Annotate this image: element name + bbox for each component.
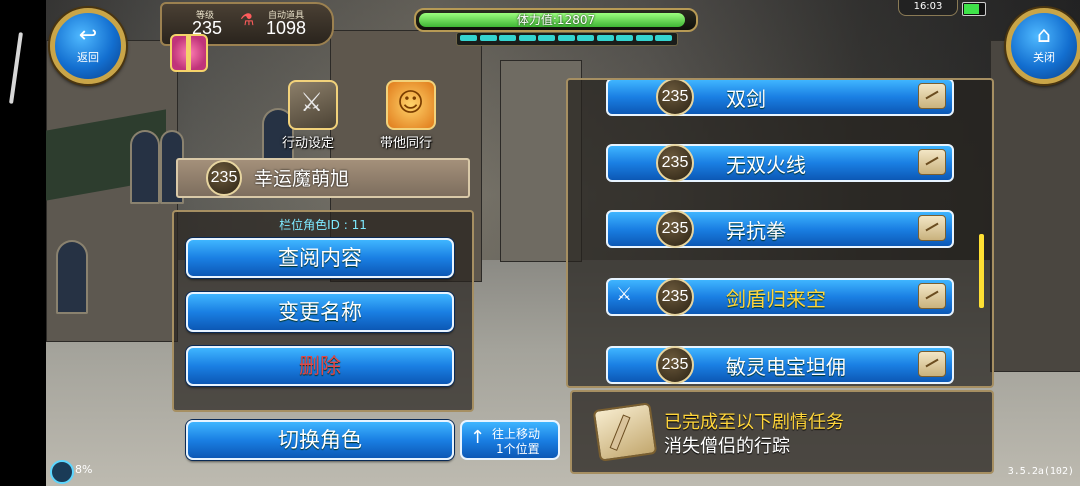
skill-name: 敏灵电宝坦佣 [726, 355, 846, 379]
skill-name: 异抗拳 [726, 219, 786, 243]
skill-name: 无双火线 [726, 153, 806, 177]
close-label: 关闭 [1033, 51, 1055, 64]
quest-name: 消失僧侣的行踪 [664, 436, 790, 457]
character-level-badge: 235 [206, 160, 242, 196]
version-label: 3.5.2a(102) [1007, 466, 1074, 477]
companion-button[interactable]: ☺ [386, 80, 436, 130]
stamina-text: 体力值:12807 [516, 13, 596, 27]
stamina-segment [538, 35, 555, 41]
stamina-segment [616, 35, 633, 41]
quest-progress-panel: 已完成至以下剧情任务 消失僧侣的行踪 [570, 390, 994, 474]
skill-level-badge: 235 [656, 278, 694, 316]
device-edge [0, 0, 46, 486]
scroll-icon[interactable] [918, 351, 946, 377]
auto-item-value: 1098 [266, 18, 307, 38]
skill-row[interactable]: 235 异抗拳 [606, 210, 954, 248]
rename-button[interactable]: 变更名称 [186, 292, 454, 332]
back-arrow-icon: ↩ [78, 23, 98, 48]
close-button[interactable]: ⌂ 关闭 [1006, 8, 1080, 84]
stamina-segment [499, 35, 516, 41]
companion-label: 带他同行 [380, 136, 433, 151]
skill-row[interactable]: 235 无双火线 [606, 144, 954, 182]
stamina-segment [518, 35, 536, 41]
edge-handle[interactable] [9, 32, 23, 104]
move-up-line2: 1个位置 [496, 442, 540, 456]
action-settings-label: 行动设定 [282, 136, 335, 151]
character-name-bar: 235 幸运魔萌旭 [176, 158, 470, 198]
battery-icon [962, 2, 986, 16]
character-name: 幸运魔萌旭 [254, 168, 350, 190]
window [56, 240, 88, 314]
skill-list-scrollbar[interactable] [979, 234, 984, 308]
switch-character-button[interactable]: 切换角色 [186, 420, 454, 460]
sword-shield-icon: ⚔ [300, 88, 324, 118]
quest-title: 已完成至以下剧情任务 [664, 412, 844, 433]
skill-name: 双剑 [726, 87, 766, 111]
scroll-icon[interactable] [918, 83, 946, 109]
stamina-segment [655, 35, 672, 41]
skill-level-badge: 235 [656, 210, 694, 248]
scroll-icon[interactable] [918, 149, 946, 175]
skill-list-panel: 235 双剑 235 无双火线 235 异抗拳 ⚔ 235 剑盾归来空 235 … [566, 78, 994, 388]
skill-row-selected[interactable]: ⚔ 235 剑盾归来空 [606, 278, 954, 316]
building-right [990, 40, 1080, 372]
sword-shield-icon: ⚔ [616, 284, 633, 305]
gift-icon[interactable] [170, 34, 208, 72]
stamina-segments [456, 32, 678, 46]
scroll-icon[interactable] [918, 215, 946, 241]
up-arrow-icon: ↑ [470, 427, 486, 448]
stamina-segment [479, 35, 497, 41]
scroll-icon[interactable] [918, 283, 946, 309]
network-percent: 8% [75, 463, 93, 476]
stamina-bar: 体力值:12807 [414, 8, 698, 32]
move-up-button[interactable]: ↑ 往上移动 1个位置 [460, 420, 560, 460]
stamina-segment [596, 35, 614, 41]
stamina-segment [577, 35, 594, 41]
quest-scroll-icon [592, 402, 658, 462]
skill-level-badge: 235 [656, 346, 694, 384]
stamina-segment [635, 35, 653, 41]
slot-id: 栏位角色ID : 11 [279, 218, 367, 232]
skill-level-badge: 235 [656, 80, 694, 116]
back-label: 返回 [77, 51, 99, 64]
clock: 16:03 [898, 0, 958, 16]
stamina-segment [557, 35, 575, 41]
view-details-button[interactable]: 查阅内容 [186, 238, 454, 278]
skill-level-badge: 235 [656, 144, 694, 182]
network-icon [50, 460, 74, 484]
stamina-segment [460, 35, 477, 41]
companions-icon: ☺ [397, 88, 425, 118]
battery-level [964, 4, 979, 14]
home-icon: ⌂ [1037, 23, 1051, 48]
game-screen: ↩ 返回 等级 235 ⚗ 自动道具 1098 体力值:12807 16:03 … [0, 0, 1080, 486]
potion-icon: ⚗ [240, 10, 255, 29]
skill-name: 剑盾归来空 [726, 287, 826, 311]
delete-button[interactable]: 删除 [186, 346, 454, 386]
window [130, 130, 160, 204]
action-settings-button[interactable]: ⚔ [288, 80, 338, 130]
skill-row[interactable]: 235 双剑 [606, 80, 954, 116]
back-button[interactable]: ↩ 返回 [50, 8, 126, 84]
skill-row[interactable]: 235 敏灵电宝坦佣 [606, 346, 954, 384]
